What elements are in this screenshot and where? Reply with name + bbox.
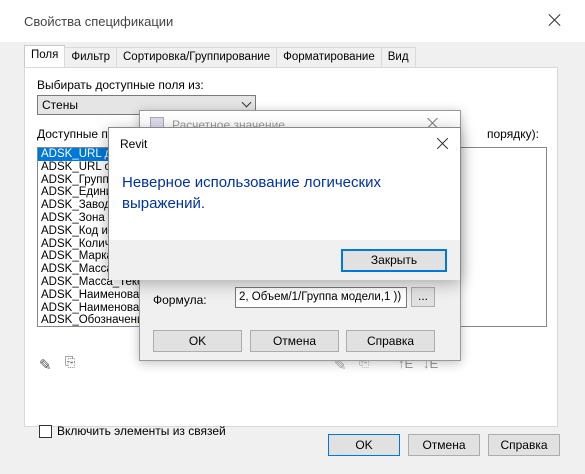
browse-button[interactable]: ... (411, 287, 435, 307)
tab-sorting[interactable]: Сортировка/Группирование (116, 47, 278, 68)
tab-formatting[interactable]: Форматирование (276, 47, 382, 68)
revit-message-box: Revit Неверное использование логических … (108, 127, 461, 280)
tab-fields[interactable]: Поля (24, 45, 66, 68)
tab-bar: Поля Фильтр Сортировка/Группирование Фор… (24, 45, 416, 68)
select-from-label: Выбирать доступные поля из: (37, 78, 204, 92)
help-button[interactable]: Справка (488, 434, 560, 456)
include-links-checkbox[interactable] (39, 425, 52, 438)
new-param-icon[interactable]: ⎘ (65, 354, 75, 370)
error-message: Неверное использование логических выраже… (122, 174, 381, 212)
calc-help-button[interactable]: Справка (346, 330, 435, 352)
available-fields-label: Доступные по (37, 127, 115, 141)
pencil-icon[interactable]: ✎ (39, 356, 52, 374)
list-item[interactable]: ADSK_Обозначение (38, 314, 153, 326)
window-title: Свойства спецификации (24, 14, 174, 29)
include-links-label: Включить элементы из связей (57, 424, 226, 438)
category-value: Стены (42, 98, 78, 112)
chevron-down-icon (241, 97, 252, 108)
close-icon[interactable] (544, 10, 566, 32)
calc-cancel-button[interactable]: Отмена (250, 330, 339, 352)
tab-view[interactable]: Вид (380, 47, 416, 68)
message-title: Revit (120, 137, 148, 151)
formula-input[interactable]: 2, Объем/1/Группа модели,1 )) (235, 287, 407, 308)
calc-ok-button[interactable]: OK (153, 330, 242, 352)
scheduled-fields-list[interactable] (447, 147, 547, 327)
close-button[interactable]: Закрыть (341, 249, 447, 272)
message-titlebar: Revit (109, 128, 460, 158)
list-item[interactable]: ADSK_Наименовани (38, 302, 153, 315)
close-icon[interactable] (433, 134, 453, 154)
list-item[interactable]: ADSK_Наименовани (38, 289, 153, 302)
message-footer: Закрыть (109, 240, 460, 280)
ok-button[interactable]: OK (328, 434, 400, 456)
scheduled-fields-label: порядку): (487, 127, 539, 141)
cancel-button[interactable]: Отмена (408, 434, 480, 456)
window-titlebar: Свойства спецификации (0, 0, 585, 42)
formula-label: Формула: (153, 293, 207, 307)
tab-filter[interactable]: Фильтр (64, 47, 117, 68)
